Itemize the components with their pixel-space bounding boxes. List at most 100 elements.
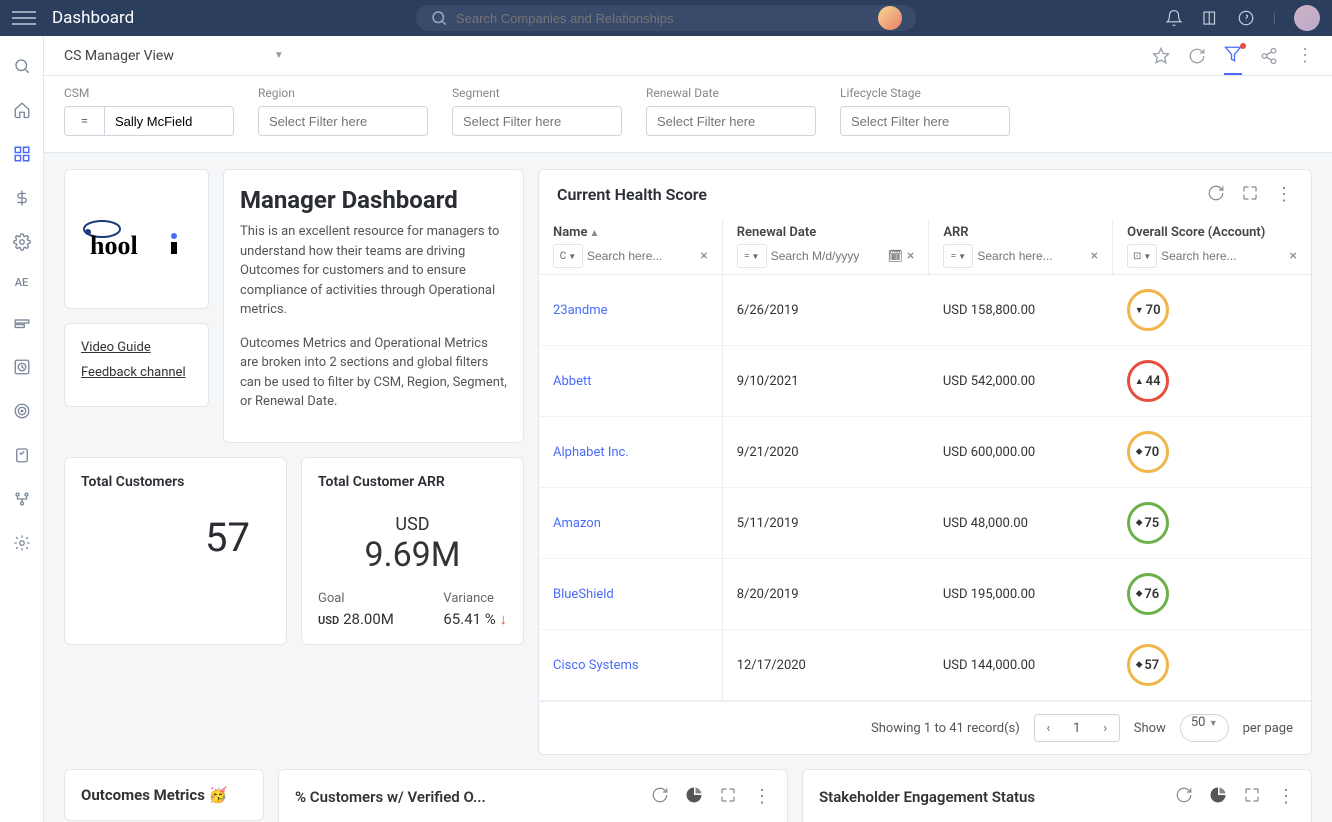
score-ring: ⬥ 76 [1127,573,1169,615]
renewal-date: 6/26/2019 [722,275,929,346]
arr-value: USD 542,000.00 [929,346,1113,417]
share-icon[interactable] [1260,47,1278,65]
arr-filter-input[interactable] [977,244,1086,268]
feedback-link[interactable]: Feedback channel [81,365,192,380]
stakeholder-chart: Stakeholder Engagement Status ⋮ [802,769,1312,822]
arr-value: 9.69M [318,535,507,575]
filter-renewal[interactable] [646,106,816,136]
description-card: Manager Dashboard This is an excellent r… [223,169,524,443]
score-filter-op[interactable]: ⊡ ▼ [1127,244,1157,268]
company-link[interactable]: Abbett [553,374,591,389]
health-title: Current Health Score [557,185,707,204]
expand-icon[interactable] [1243,786,1261,804]
chart-title-1: % Customers w/ Verified O... [295,788,486,806]
home-icon[interactable] [12,100,32,120]
top-bar: Dashboard | [0,0,1332,36]
filter-csm-value[interactable] [104,106,234,136]
arr-value: USD 195,000.00 [929,559,1113,630]
total-customers-label: Total Customers [81,474,270,490]
help-icon[interactable] [1237,9,1255,27]
global-search[interactable] [416,5,916,31]
clear-icon[interactable]: × [1091,248,1098,264]
col-score[interactable]: Overall Score (Account) [1127,225,1265,240]
hamburger-menu[interactable] [12,6,36,30]
col-renewal[interactable]: Renewal Date [737,225,817,240]
name-filter-op[interactable]: C ▼ [553,244,583,268]
table-row: Alphabet Inc.9/21/2020USD 600,000.00⬥ 70 [539,417,1311,488]
company-link[interactable]: Amazon [553,516,601,531]
search-input[interactable] [456,11,878,26]
clear-icon[interactable]: × [1290,248,1297,264]
expand-icon[interactable] [1241,184,1259,202]
clear-icon[interactable]: × [700,248,707,264]
score-ring: ⬥ 57 [1127,644,1169,686]
date-filter-input[interactable] [771,244,884,268]
dollar-icon[interactable] [12,188,32,208]
refresh-icon[interactable] [651,786,669,804]
variance-label: Variance [443,591,507,606]
prev-page[interactable]: ‹ [1034,714,1062,742]
ae-icon[interactable]: AE [15,276,29,289]
clipboard-icon[interactable] [12,445,32,465]
settings-icon[interactable] [12,533,32,553]
refresh-icon[interactable] [1175,786,1193,804]
more-icon[interactable]: ⋮ [1275,184,1293,205]
divider: | [1273,11,1276,26]
company-link[interactable]: Cisco Systems [553,658,639,673]
dashboard-icon[interactable] [12,144,32,164]
health-table: Name▲ C ▼ × Renewal Date [539,219,1311,701]
date-filter-op[interactable]: = ▼ [737,244,767,268]
search-icon [430,9,448,27]
more-icon[interactable]: ⋮ [1277,786,1295,807]
verified-customers-chart: % Customers w/ Verified O... ⋮ [278,769,788,822]
page-number: 1 [1062,714,1092,742]
clear-icon[interactable]: × [907,248,914,264]
gear-icon[interactable] [12,232,32,252]
refresh-icon[interactable] [1188,47,1206,65]
clock-icon[interactable] [12,357,32,377]
pie-icon[interactable] [1209,786,1227,804]
show-label: Show [1134,721,1166,736]
col-name[interactable]: Name [553,225,587,240]
sidebar-search-icon[interactable] [12,56,32,76]
next-page[interactable]: › [1092,714,1120,742]
expand-icon[interactable] [719,786,737,804]
manager-heading: Manager Dashboard [240,186,507,214]
total-arr-label: Total Customer ARR [318,474,507,490]
bell-icon[interactable] [1165,9,1183,27]
name-filter-input[interactable] [587,244,696,268]
video-guide-link[interactable]: Video Guide [81,340,192,355]
page-title: Dashboard [52,8,134,28]
filter-lifecycle[interactable] [840,106,1010,136]
timeline-icon[interactable] [12,313,32,333]
filter-segment[interactable] [452,106,622,136]
star-icon[interactable] [1152,47,1170,65]
company-link[interactable]: 23andme [553,303,608,318]
company-link[interactable]: BlueShield [553,587,614,602]
more-icon[interactable]: ⋮ [753,786,771,807]
page-size-select[interactable]: 50 ▼ [1180,714,1229,742]
target-icon[interactable] [12,401,32,421]
user-avatar[interactable] [1294,5,1320,31]
variance-value: 65.41 % ↓ [443,610,507,628]
arr-filter-op[interactable]: = ▼ [943,244,973,268]
more-icon[interactable]: ⋮ [1296,45,1312,66]
book-icon[interactable] [1201,9,1219,27]
refresh-icon[interactable] [1207,184,1225,202]
filter-icon[interactable] [1224,45,1242,75]
filter-region[interactable] [258,106,428,136]
filter-csm-op[interactable]: = [64,106,104,136]
renewal-date: 9/21/2020 [722,417,929,488]
outcomes-heading: Outcomes Metrics [81,786,205,804]
calendar-icon[interactable]: 🗓 [888,249,903,263]
company-link[interactable]: Alphabet Inc. [553,445,629,460]
sidebar: AE [0,36,44,822]
pie-chart-2 [907,817,1207,822]
col-arr[interactable]: ARR [943,225,968,240]
pie-icon[interactable] [685,786,703,804]
score-filter-input[interactable] [1161,244,1285,268]
filter-segment-label: Segment [452,86,622,100]
table-row: Abbett9/10/2021USD 542,000.00▲ 44 [539,346,1311,417]
view-selector[interactable]: CS Manager View ▼ [64,48,284,64]
org-icon[interactable] [12,489,32,509]
